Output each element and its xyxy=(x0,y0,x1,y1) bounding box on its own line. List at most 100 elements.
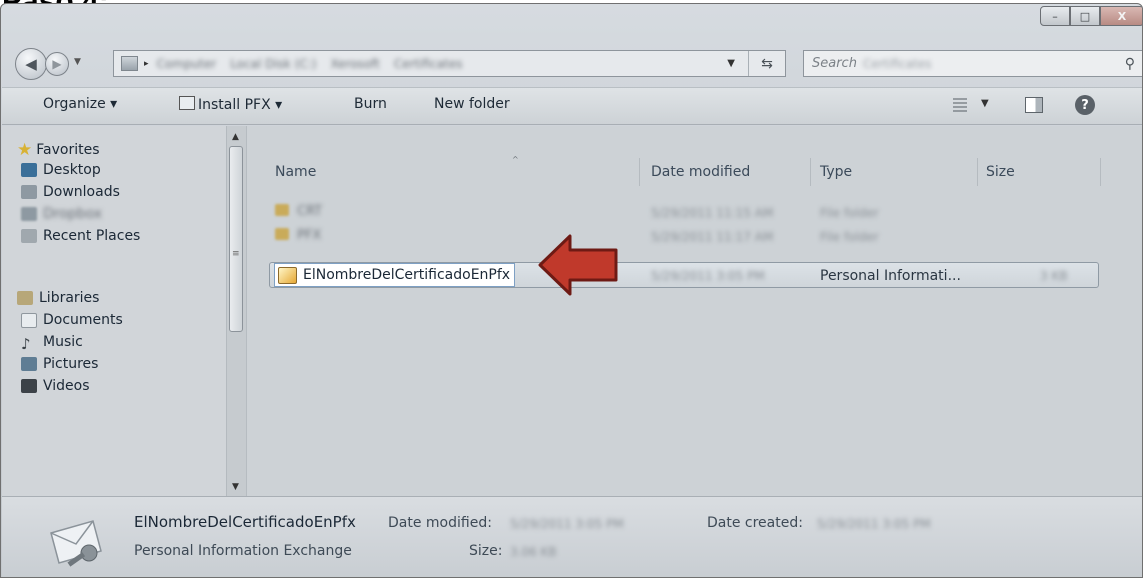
column-header-size[interactable]: Size xyxy=(986,164,1015,180)
file-list: ^ Name Date modified Type Size CRT 5/29/… xyxy=(247,126,1142,496)
sidebar-item-label: Downloads xyxy=(43,184,120,200)
sidebar-item-downloads[interactable]: Downloads xyxy=(21,184,120,200)
command-bar: Organize ▾ Install PFX ▾ Burn New folder… xyxy=(2,87,1142,125)
details-file-name: ElNombreDelCertificadoEnPfx xyxy=(134,513,356,531)
scrollbar-grip-icon: ≡ xyxy=(232,249,240,259)
new-folder-button[interactable]: New folder xyxy=(434,96,510,112)
sidebar-item-dropbox[interactable]: Dropbox xyxy=(21,206,102,222)
address-bar[interactable]: ▸ Computer Local Disk (C:) Xerosoft Cert… xyxy=(113,50,786,77)
details-pane: ElNombreDelCertificadoEnPfx Personal Inf… xyxy=(2,496,1142,577)
breadcrumb-item[interactable]: Certificates xyxy=(394,57,463,71)
file-size: 3 KB xyxy=(1040,269,1068,283)
column-header-type[interactable]: Type xyxy=(820,164,852,180)
downloads-icon xyxy=(21,185,37,199)
file-type: File folder xyxy=(820,206,879,220)
sidebar-item-label: Libraries xyxy=(39,290,100,306)
forward-button[interactable]: ▶ xyxy=(45,52,69,76)
sidebar-item-label: Music xyxy=(43,334,83,350)
forward-arrow-icon: ▶ xyxy=(52,57,62,71)
certificate-install-icon xyxy=(179,96,195,110)
sidebar-item-libraries[interactable]: Libraries xyxy=(17,290,99,306)
date-modified-label: Date modified: xyxy=(388,515,492,531)
size-value: 3.06 KB xyxy=(510,545,557,559)
date-created-value: 5/29/2011 3:05 PM xyxy=(817,517,931,531)
breadcrumb[interactable]: Computer Local Disk (C:) Xerosoft Certif… xyxy=(157,57,463,71)
help-icon[interactable]: ? xyxy=(1075,95,1095,115)
column-header-name[interactable]: Name xyxy=(275,164,316,180)
search-scope: Certificates xyxy=(862,56,932,71)
close-button[interactable]: X xyxy=(1100,6,1142,26)
file-date: 5/29/2011 11:17 AM xyxy=(651,230,774,244)
folder-icon xyxy=(275,204,289,216)
search-box[interactable]: Search Certificates ⚲ xyxy=(803,50,1142,77)
libraries-icon xyxy=(17,291,33,305)
sidebar-item-documents[interactable]: Documents xyxy=(21,312,123,328)
column-divider[interactable] xyxy=(810,158,811,186)
scroll-up-icon[interactable]: ▲ xyxy=(232,132,239,142)
scrollbar-thumb[interactable] xyxy=(229,146,243,332)
details-file-type: Personal Information Exchange xyxy=(134,543,352,559)
sidebar-item-desktop[interactable]: Desktop xyxy=(21,162,101,178)
column-header-date-modified[interactable]: Date modified xyxy=(651,164,750,180)
annotation-arrow xyxy=(538,234,618,296)
scroll-down-icon[interactable]: ▼ xyxy=(232,482,239,492)
folder-icon xyxy=(121,56,138,71)
sidebar-item-recent-places[interactable]: Recent Places xyxy=(21,228,140,244)
refresh-icon: ⇆ xyxy=(761,55,773,72)
minimize-button[interactable]: – xyxy=(1040,6,1070,26)
folder-icon xyxy=(275,228,289,240)
dropbox-icon xyxy=(21,207,37,221)
sidebar-item-label: Pictures xyxy=(43,356,99,372)
breadcrumb-separator-icon: ▸ xyxy=(144,58,149,69)
certificate-file-icon xyxy=(278,266,297,284)
certificate-large-icon xyxy=(50,520,102,567)
desktop-icon xyxy=(21,163,37,177)
sidebar-item-label: Recent Places xyxy=(43,228,141,244)
documents-icon xyxy=(21,312,37,328)
sidebar-item-label: Desktop xyxy=(43,162,101,178)
back-arrow-icon: ◀ xyxy=(25,55,37,73)
column-divider[interactable] xyxy=(1100,158,1101,186)
sidebar-item-label: Dropbox xyxy=(43,206,102,222)
file-name[interactable]: PFX xyxy=(275,228,321,243)
sidebar-item-label: Documents xyxy=(43,312,123,328)
star-icon: ★ xyxy=(17,140,33,160)
file-name[interactable]: CRT xyxy=(275,204,322,219)
date-modified-value: 5/29/2011 3:05 PM xyxy=(510,517,624,531)
column-divider[interactable] xyxy=(639,158,640,186)
navigation-bar: ◀ ▶ ▼ ▸ Computer Local Disk (C:) Xerosof… xyxy=(1,44,1142,84)
back-button[interactable]: ◀ xyxy=(15,48,47,80)
recent-places-icon xyxy=(21,229,37,243)
sidebar-item-pictures[interactable]: Pictures xyxy=(21,356,98,372)
sidebar-item-label: Favorites xyxy=(36,142,100,158)
pictures-icon xyxy=(21,357,37,371)
search-placeholder: Search xyxy=(812,56,857,71)
navigation-scrollbar[interactable]: ▲ ≡ ▼ xyxy=(226,126,246,496)
breadcrumb-item[interactable]: Local Disk (C:) xyxy=(230,57,316,71)
file-name-label: ElNombreDelCertificadoEnPfx xyxy=(303,267,511,283)
file-type: File folder xyxy=(820,230,879,244)
sidebar-item-music[interactable]: ♪ Music xyxy=(21,334,83,353)
address-dropdown-icon[interactable]: ▼ xyxy=(727,58,735,69)
file-type: Personal Informati... xyxy=(820,268,961,284)
search-icon[interactable]: ⚲ xyxy=(1125,56,1135,72)
sidebar-item-favorites[interactable]: ★ Favorites xyxy=(17,140,100,160)
organize-button[interactable]: Organize ▾ xyxy=(43,96,117,112)
recent-pages-dropdown[interactable]: ▼ xyxy=(74,57,81,67)
sort-indicator-icon: ^ xyxy=(512,155,519,164)
file-date: 5/29/2011 11:15 AM xyxy=(651,206,774,220)
sidebar-item-videos[interactable]: Videos xyxy=(21,378,90,394)
navigation-pane: ★ Favorites Desktop Downloads Dropbox Rec… xyxy=(2,126,247,496)
column-divider[interactable] xyxy=(977,158,978,186)
maximize-button[interactable]: □ xyxy=(1070,6,1100,26)
burn-button[interactable]: Burn xyxy=(354,96,387,112)
refresh-button[interactable]: ⇆ xyxy=(748,51,785,76)
breadcrumb-item[interactable]: Computer xyxy=(157,57,217,71)
selected-file-name[interactable]: ElNombreDelCertificadoEnPfx xyxy=(274,263,516,287)
date-created-label: Date created: xyxy=(707,515,803,531)
view-dropdown-icon[interactable]: ▼ xyxy=(981,98,989,109)
breadcrumb-item[interactable]: Xerosoft xyxy=(330,57,379,71)
change-view-icon[interactable] xyxy=(953,98,967,112)
install-pfx-button[interactable]: Install PFX ▾ xyxy=(179,96,282,113)
preview-pane-icon[interactable] xyxy=(1025,97,1043,113)
